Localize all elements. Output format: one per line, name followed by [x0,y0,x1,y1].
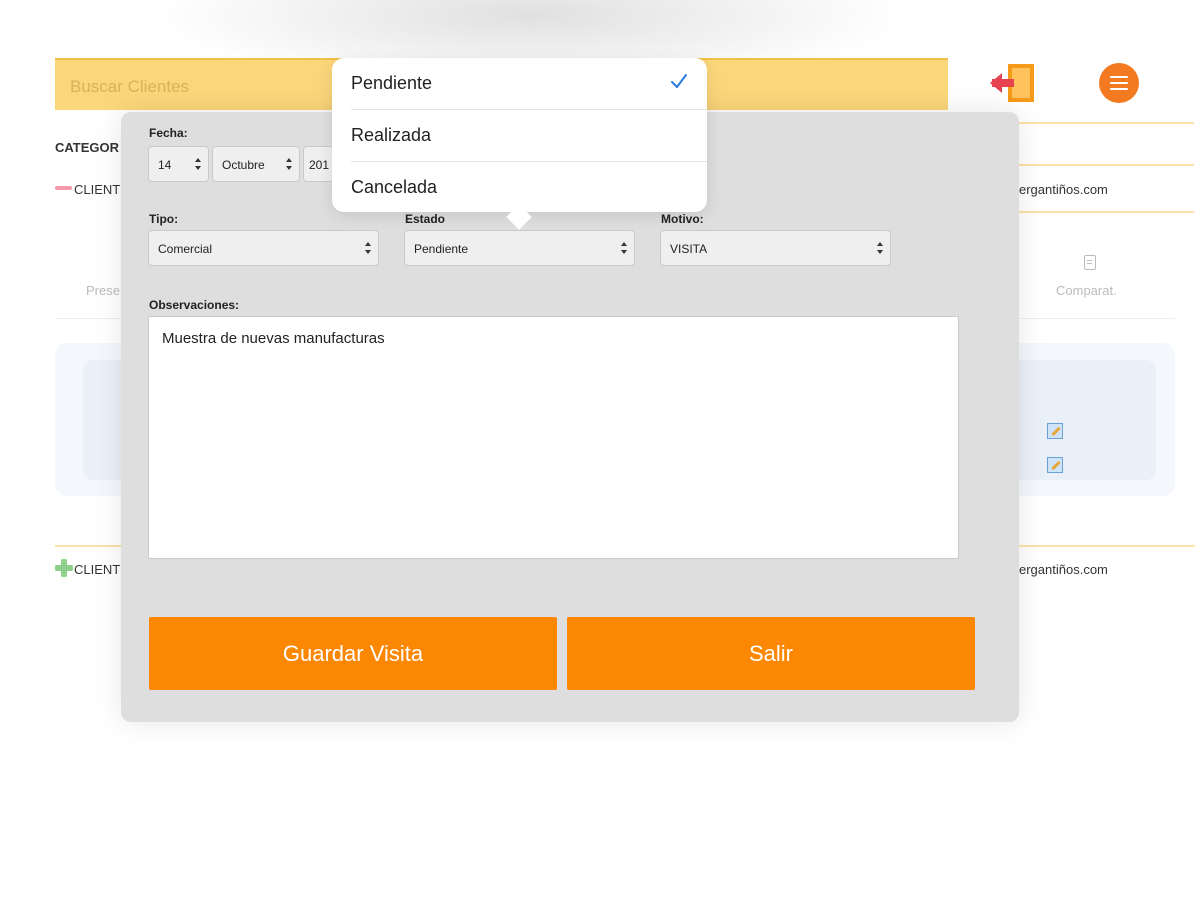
hamburger-menu-icon[interactable] [1099,63,1139,103]
option-realizada[interactable]: Realizada [332,110,707,161]
select-arrows-icon [195,156,202,172]
fecha-label: Fecha: [149,126,188,140]
email-text: ergantiños.com [1019,562,1108,577]
estado-value: Pendiente [414,242,469,256]
email-text: ergantiños.com [1019,182,1108,197]
option-pendiente[interactable]: Pendiente [332,58,707,109]
select-arrows-icon [286,156,293,172]
minus-icon[interactable] [55,186,72,190]
fecha-month-select[interactable]: Octubre [212,146,300,182]
tipo-label: Tipo: [149,212,179,226]
estado-select[interactable]: Pendiente [404,230,635,266]
fecha-month-value: Octubre [222,158,265,172]
exit-door-icon[interactable] [990,60,1040,106]
estado-label: Estado [405,212,446,226]
document-icon [1084,255,1096,270]
option-label: Cancelada [351,177,438,197]
categoria-label: CATEGOR [55,140,120,155]
fecha-day-value: 14 [158,158,172,172]
option-label: Pendiente [351,73,433,93]
search-placeholder: Buscar Clientes [70,77,190,96]
fecha-day-select[interactable]: 14 [148,146,209,182]
plus-icon[interactable] [55,559,73,577]
motivo-value: VISITA [670,242,708,256]
option-label: Realizada [351,125,432,145]
tab-comparativa[interactable]: Comparat. [1056,283,1117,298]
cliente-row-label: CLIENT [74,562,121,577]
edit-icon[interactable] [1047,423,1063,439]
observaciones-label: Observaciones: [149,298,240,312]
select-arrows-icon [877,240,884,256]
salir-button[interactable]: Salir [567,617,975,690]
edit-icon[interactable] [1047,457,1063,473]
tipo-select[interactable]: Comercial [148,230,379,266]
select-arrows-icon [365,240,372,256]
motivo-label: Motivo: [661,212,704,226]
motivo-select[interactable]: VISITA [660,230,891,266]
option-cancelada[interactable]: Cancelada [332,162,707,213]
tipo-value: Comercial [158,242,213,256]
fecha-year-value: 201 [309,158,330,172]
tab-presupuestos[interactable]: Prese [86,283,120,298]
observaciones-textarea[interactable]: Muestra de nuevas manufacturas [148,316,959,559]
guardar-visita-button[interactable]: Guardar Visita [149,617,557,690]
estado-options-popover: Pendiente Realizada Cancelada [332,58,707,230]
cliente-row-label: CLIENT [74,182,121,197]
observaciones-value: Muestra de nuevas manufacturas [162,330,385,347]
check-icon [671,74,687,88]
select-arrows-icon [621,240,628,256]
